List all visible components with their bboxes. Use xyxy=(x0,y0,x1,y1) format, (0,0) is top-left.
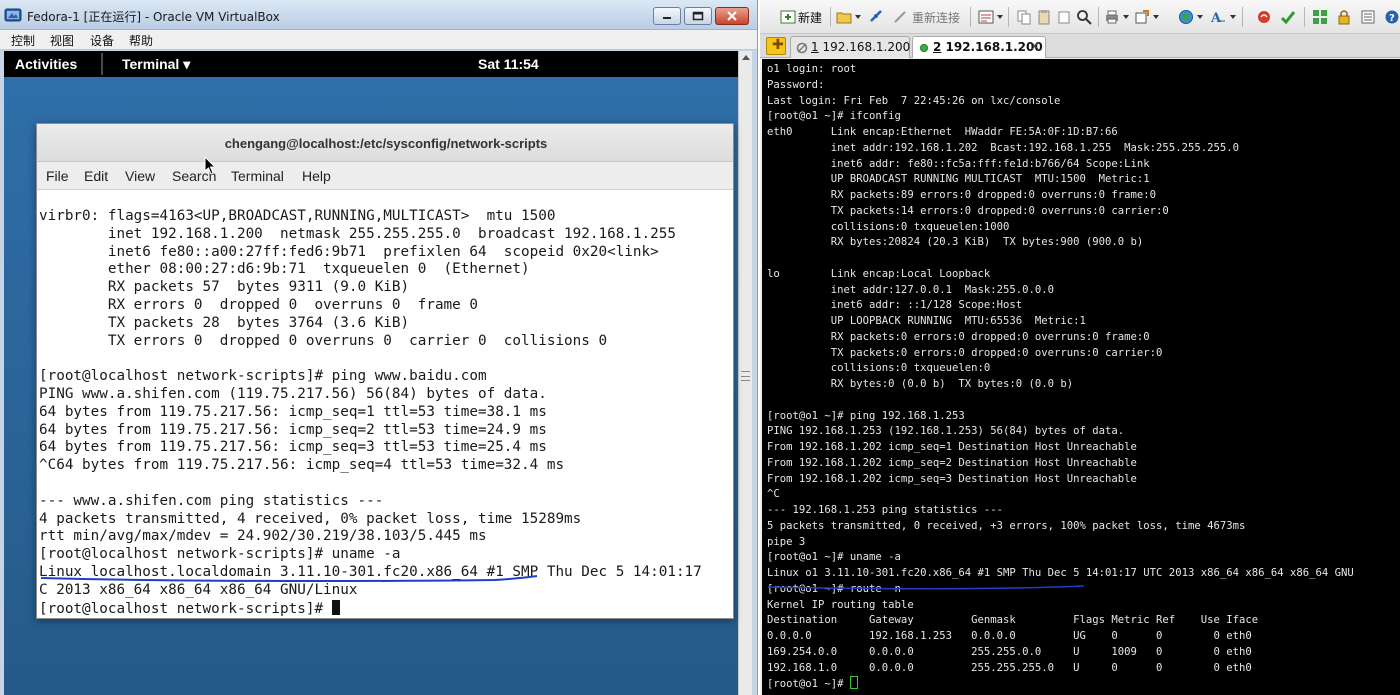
virtualbox-menu-bar: 控制 视图 设备 帮助 xyxy=(0,30,757,50)
menu-view[interactable]: View xyxy=(125,168,155,184)
toolbar-separator xyxy=(1242,7,1243,27)
tab-label: 192.168.1.200 xyxy=(945,40,1043,54)
chevron-down-icon[interactable] xyxy=(997,15,1003,19)
window-title: Fedora-1 [正在运行] - Oracle VM VirtualBox xyxy=(27,10,280,24)
guest-terminal-prompt: [root@localhost network-scripts]# xyxy=(39,600,332,617)
guest-terminal-output[interactable]: virbr0: flags=4163<UP,BROADCAST,RUNNING,… xyxy=(37,190,733,618)
tab-number: 1 xyxy=(811,40,819,54)
chevron-down-icon[interactable] xyxy=(1123,15,1129,19)
virtualbox-title-bar[interactable]: Fedora-1 [正在运行] - Oracle VM VirtualBox xyxy=(0,0,757,30)
reconnect-icon xyxy=(894,11,906,23)
tab-close-icon[interactable]: × xyxy=(1030,39,1040,53)
svg-text:?: ? xyxy=(1389,13,1395,24)
text-cursor xyxy=(849,676,858,690)
tab-session-1[interactable]: 1 192.168.1.200 xyxy=(790,36,910,58)
gnome-top-bar: Activities Terminal ▾ Sat 11:54 xyxy=(4,51,738,77)
text-cursor xyxy=(331,599,340,615)
tab-session-2[interactable]: 2 192.168.1.200 × xyxy=(912,36,1046,58)
lock-icon[interactable] xyxy=(1336,9,1352,25)
ssh-terminal-output[interactable]: o1 login: root Password: Last login: Fri… xyxy=(762,59,1400,695)
menu-help[interactable]: 帮助 xyxy=(129,32,153,49)
virtualbox-app-icon xyxy=(4,8,22,22)
maximize-icon xyxy=(692,11,704,21)
new-tab-button[interactable]: ✚ xyxy=(766,37,786,55)
toolbar-separator xyxy=(970,7,971,27)
vertical-scrollbar[interactable] xyxy=(738,51,752,695)
toolbar-separator xyxy=(1008,7,1009,27)
menu-view[interactable]: 视图 xyxy=(50,32,74,49)
plus-icon: ✚ xyxy=(772,37,784,53)
scroll-up-arrow-icon[interactable] xyxy=(742,55,750,60)
help-icon[interactable]: ? xyxy=(1384,9,1400,25)
checkmark-icon[interactable] xyxy=(1280,9,1296,25)
transfer-icon[interactable] xyxy=(1134,9,1150,25)
reconnect-button[interactable]: 重新连接 xyxy=(912,9,960,27)
guest-terminal-text: virbr0: flags=4163<UP,BROADCAST,RUNNING,… xyxy=(39,208,702,617)
mouse-cursor-icon xyxy=(204,156,216,175)
settings-icon[interactable] xyxy=(1360,9,1376,25)
chevron-down-icon[interactable] xyxy=(1230,15,1236,19)
handwritten-underline xyxy=(40,575,538,583)
paste-icon[interactable] xyxy=(1036,9,1052,25)
open-folder-icon[interactable] xyxy=(836,9,852,25)
top-bar-clock[interactable]: Sat 11:54 xyxy=(478,56,539,72)
toolbar-separator xyxy=(1304,7,1305,27)
virtualbox-window: Fedora-1 [正在运行] - Oracle VM VirtualBox 控… xyxy=(0,0,758,695)
activities-button[interactable]: Activities xyxy=(15,56,77,72)
session-disconnected-icon xyxy=(796,42,808,54)
new-button[interactable]: 新建 xyxy=(798,9,822,27)
chevron-down-icon[interactable] xyxy=(855,15,861,19)
clipboard-icon[interactable] xyxy=(1056,9,1072,25)
guest-terminal-title-bar[interactable]: chengang@localhost:/etc/sysconfig/networ… xyxy=(37,124,733,162)
ssh-client-window: 新建 重新连接 A ? ✚ 1 192.168.1.200 2 192.168.… xyxy=(760,0,1400,695)
globe-icon[interactable] xyxy=(1178,9,1194,25)
new-session-icon xyxy=(780,10,796,24)
maximize-button[interactable] xyxy=(684,7,712,25)
tile-windows-icon[interactable] xyxy=(1312,9,1328,25)
connect-link-icon[interactable] xyxy=(868,9,884,25)
session-tab-bar: ✚ 1 192.168.1.200 2 192.168.1.200 × xyxy=(760,34,1400,58)
chevron-down-icon[interactable] xyxy=(1153,15,1159,19)
session-connected-icon xyxy=(920,44,928,52)
menu-devices[interactable]: 设备 xyxy=(90,32,114,49)
minimize-button[interactable] xyxy=(653,7,681,25)
top-bar-separator xyxy=(101,53,103,75)
search-icon[interactable] xyxy=(1076,9,1092,25)
guest-terminal-menu-bar: File Edit View Search Terminal Help xyxy=(37,162,733,190)
toolbar-separator xyxy=(830,7,831,27)
guest-terminal-title: chengang@localhost:/etc/sysconfig/networ… xyxy=(224,136,548,151)
close-button[interactable] xyxy=(715,7,749,25)
tab-label: 192.168.1.200 xyxy=(822,40,911,54)
copy-icon[interactable] xyxy=(1016,9,1032,25)
scroll-grip-icon[interactable] xyxy=(741,371,750,381)
menu-terminal[interactable]: Terminal xyxy=(231,168,284,184)
toolbar-separator xyxy=(1098,7,1099,27)
menu-file[interactable]: File xyxy=(46,168,69,184)
close-icon xyxy=(727,11,737,21)
tab-number: 2 xyxy=(933,40,942,54)
svg-text:A: A xyxy=(1210,11,1222,25)
app-menu-terminal[interactable]: Terminal ▾ xyxy=(122,56,190,73)
menu-control[interactable]: 控制 xyxy=(11,32,35,49)
print-icon[interactable] xyxy=(1104,9,1120,25)
ssh-terminal-prompt: [root@o1 ~]# xyxy=(767,678,850,691)
menu-edit[interactable]: Edit xyxy=(84,168,108,184)
font-icon[interactable]: A xyxy=(1210,9,1226,25)
script-icon[interactable] xyxy=(1256,9,1272,25)
chevron-down-icon[interactable] xyxy=(1197,15,1203,19)
session-options-icon[interactable] xyxy=(978,9,994,25)
menu-help[interactable]: Help xyxy=(302,168,331,184)
minimize-icon xyxy=(663,17,671,19)
ssh-toolbar: 新建 重新连接 A ? xyxy=(760,0,1400,34)
guest-terminal-window: chengang@localhost:/etc/sysconfig/networ… xyxy=(36,123,734,619)
ssh-terminal-text: o1 login: root Password: Last login: Fri… xyxy=(767,63,1354,691)
handwritten-underline xyxy=(767,585,1085,590)
